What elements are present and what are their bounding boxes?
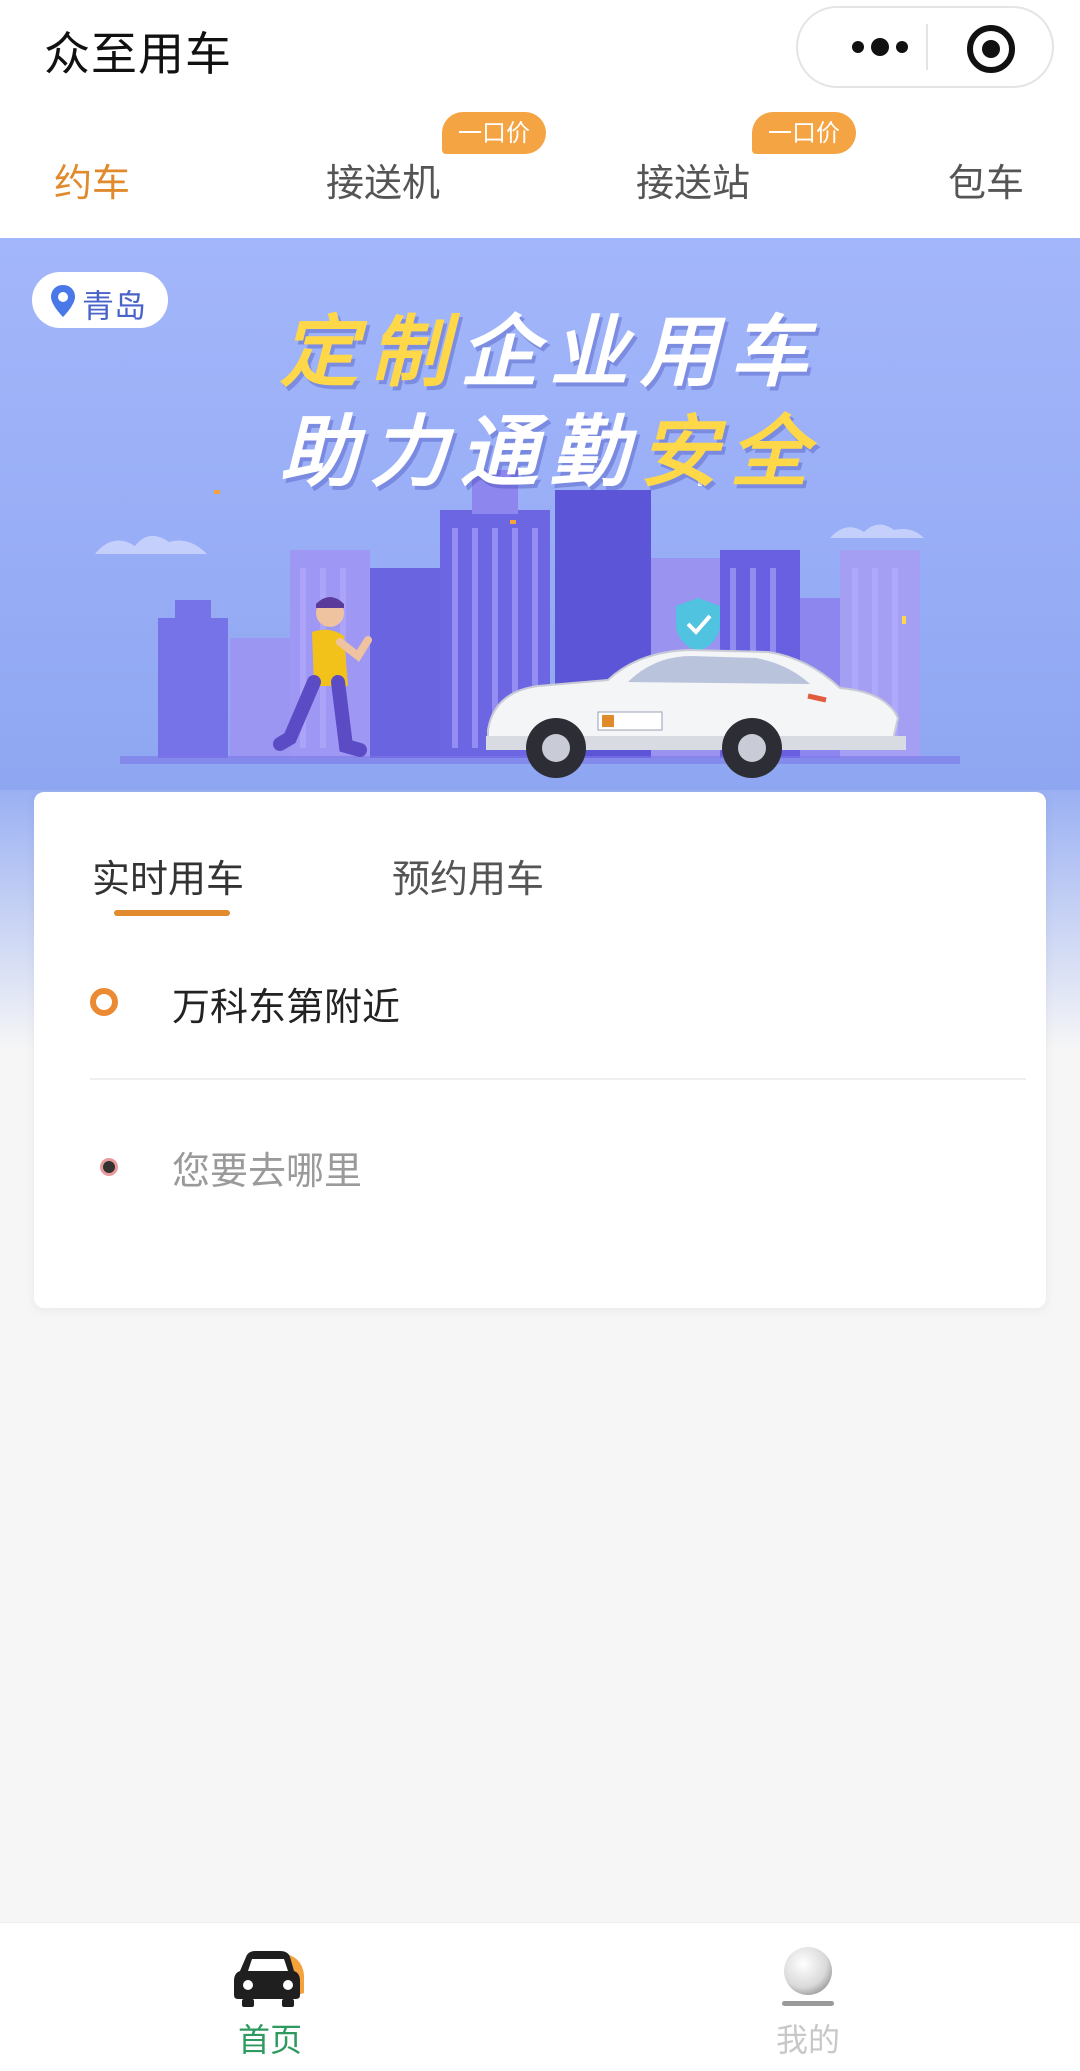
banner-slogan-line1: 定制企业用车 bbox=[200, 290, 900, 402]
nav-home[interactable]: 首页 bbox=[170, 1923, 370, 2071]
tab-realtime-ride[interactable]: 实时用车 bbox=[92, 848, 244, 903]
destination-dot-icon bbox=[100, 1158, 118, 1176]
slogan-highlight: 定制 bbox=[279, 308, 460, 398]
slogan-text: 企业用车 bbox=[460, 308, 821, 398]
tab-charter[interactable]: 包车 bbox=[948, 152, 1024, 207]
active-tab-indicator bbox=[114, 910, 230, 916]
slogan-text: 助力通勤 bbox=[279, 408, 640, 498]
capsule-divider bbox=[926, 24, 928, 70]
tab-ride-hailing[interactable]: 约车 bbox=[54, 152, 130, 207]
mini-program-capsule bbox=[796, 6, 1054, 88]
divider bbox=[90, 1078, 1026, 1080]
slogan-highlight: 安全 bbox=[640, 408, 821, 498]
promo-banner[interactable]: 青岛 定制企业用车 助力通勤安全 bbox=[0, 238, 1080, 808]
ride-request-card: 实时用车 预约用车 万科东第附近 您要去哪里 bbox=[34, 792, 1046, 1308]
tab-station-transfer[interactable]: 接送站 bbox=[636, 152, 750, 207]
banner-slogan-line2: 助力通勤安全 bbox=[200, 390, 900, 502]
fixed-price-badge: 一口价 bbox=[442, 112, 546, 154]
profile-icon bbox=[770, 1945, 846, 2009]
more-options-icon[interactable] bbox=[832, 8, 928, 86]
location-pin-icon bbox=[50, 284, 76, 318]
origin-field[interactable]: 万科东第附近 bbox=[90, 962, 1020, 1042]
city-selector[interactable]: 青岛 bbox=[32, 272, 168, 328]
nav-mine[interactable]: 我的 bbox=[708, 1923, 908, 2071]
nav-mine-label: 我的 bbox=[775, 2021, 840, 2059]
app-title: 众至用车 bbox=[44, 27, 232, 81]
service-tabs: 约车 接送机 一口价 接送站 一口价 包车 bbox=[0, 100, 1080, 238]
title-bar: 众至用车 bbox=[0, 0, 1080, 100]
close-program-icon[interactable] bbox=[964, 22, 1018, 76]
car-icon bbox=[232, 1945, 308, 2009]
nav-home-label: 首页 bbox=[237, 2021, 302, 2059]
tab-scheduled-ride[interactable]: 预约用车 bbox=[392, 848, 544, 903]
bottom-navigation: 首页 我的 bbox=[0, 1922, 1080, 2071]
city-name: 青岛 bbox=[82, 287, 147, 325]
destination-placeholder: 您要去哪里 bbox=[172, 1149, 363, 1193]
destination-field[interactable]: 您要去哪里 bbox=[90, 1126, 1020, 1206]
origin-dot-icon bbox=[90, 988, 118, 1016]
fixed-price-badge: 一口价 bbox=[752, 112, 856, 154]
origin-text: 万科东第附近 bbox=[172, 985, 401, 1029]
tab-airport-transfer[interactable]: 接送机 bbox=[326, 152, 440, 207]
